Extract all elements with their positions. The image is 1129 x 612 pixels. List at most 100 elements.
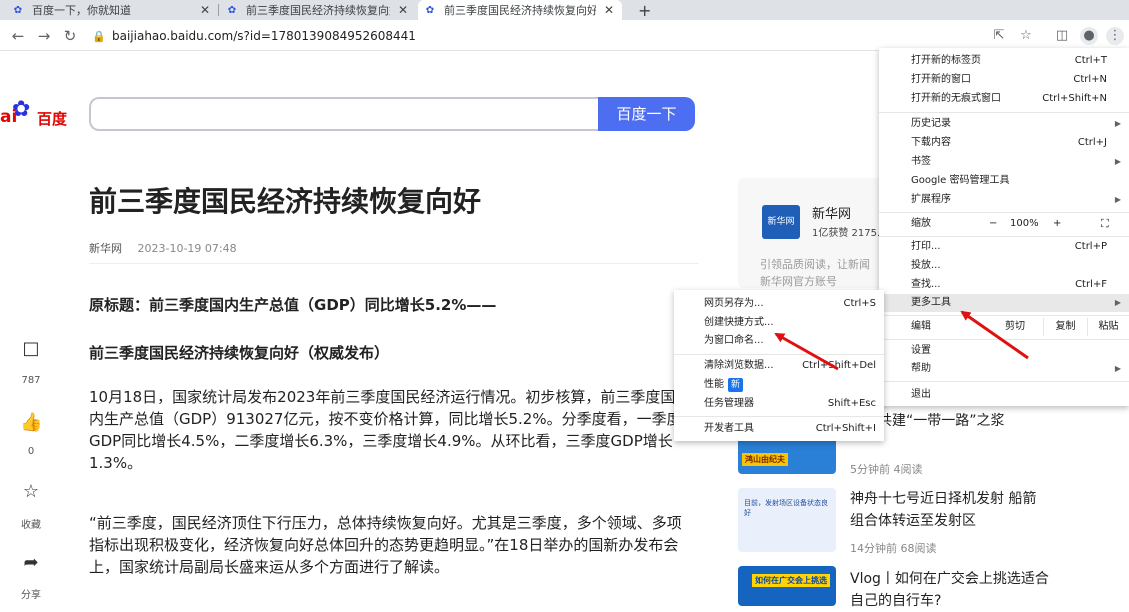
menu-item-more-tools[interactable]: 更多工具 ▶ [879, 294, 1129, 312]
chevron-right-icon: ▶ [1114, 298, 1121, 307]
chevron-right-icon: ▶ [1114, 157, 1121, 166]
news-thumbnail[interactable]: 目前，发射场区设备状态良好 [738, 488, 836, 552]
chevron-right-icon: ▶ [1114, 364, 1121, 373]
menu-item-new-tab[interactable]: 打开新的标签页 Ctrl+T [879, 52, 1129, 70]
menu-separator [879, 112, 1129, 113]
menu-item-help[interactable]: 帮助 ▶ [879, 360, 1129, 378]
article-paragraph: “前三季度，国民经济顶住下行压力，总体持续恢复向好。尤其是三季度，多个领域、多项… [89, 514, 682, 576]
thumbs-up-icon[interactable]: 👍 [20, 412, 42, 434]
address-bar[interactable]: 🔒 baijiahao.baidu.com/s?id=1780139084952… [92, 24, 972, 48]
side-panel-icon[interactable]: ◫ [1053, 27, 1071, 45]
menu-item-edit: 编辑 剪切 复制 粘贴 [879, 318, 1129, 336]
close-icon[interactable]: ✕ [396, 3, 410, 17]
submenu-item-save-page[interactable]: 网页另存为... Ctrl+S [674, 295, 884, 313]
comment-count: 787 [21, 375, 41, 386]
url-text: baijiahao.baidu.com/s?id=178013908495260… [112, 29, 416, 43]
thumbnail-caption: 鸿山由纪夫 [742, 453, 788, 466]
menu-item-bookmarks[interactable]: 书签 ▶ [879, 153, 1129, 171]
tab-article-2[interactable]: ✿ 前三季度国民经济持续恢复向好 ✕ [418, 0, 622, 20]
menu-item-incognito[interactable]: 打开新的无痕式窗口 Ctrl+Shift+N [879, 90, 1129, 108]
news-thumbnail[interactable]: 如何在广交会上挑选 [738, 566, 836, 606]
copy-button[interactable]: 复制 [1043, 318, 1087, 336]
menu-separator [674, 416, 884, 417]
logo-text: ai [0, 107, 18, 127]
close-icon[interactable]: ✕ [602, 3, 616, 17]
share-label: 分享 [21, 590, 41, 601]
search-button[interactable]: 百度一下 [598, 97, 695, 131]
menu-item-find[interactable]: 查找... Ctrl+F [879, 276, 1129, 294]
lock-icon[interactable]: 🔒 [92, 30, 106, 43]
menu-item-extensions[interactable]: 扩展程序 ▶ [879, 191, 1129, 209]
menu-item-exit[interactable]: 退出 [879, 386, 1129, 404]
share-icon[interactable]: ➦ [20, 552, 42, 574]
menu-item-print[interactable]: 打印... Ctrl+P [879, 238, 1129, 256]
chevron-right-icon: ▶ [1114, 119, 1121, 128]
more-menu-icon[interactable]: ⋮ [1106, 27, 1124, 45]
news-title[interactable]: 神舟十七号近日择机发射 船箭组合体转运至发射区 [850, 488, 1050, 532]
article-source[interactable]: 新华网 [89, 242, 122, 255]
menu-item-cast[interactable]: 投放... [879, 257, 1129, 275]
share-icon[interactable]: ⇱ [990, 27, 1008, 45]
menu-label: 历史记录 [911, 118, 951, 129]
article-date: 2023-10-19 07:48 [137, 242, 237, 255]
menu-separator [879, 339, 1129, 340]
menu-separator [879, 212, 1129, 213]
menu-separator [674, 354, 884, 355]
cut-button[interactable]: 剪切 [987, 318, 1043, 336]
bookmark-star-icon[interactable]: ☆ [1017, 27, 1035, 45]
submenu-item-name-window[interactable]: 为窗口命名... [674, 332, 884, 350]
menu-item-password-manager[interactable]: Google 密码管理工具 [879, 172, 1129, 190]
star-icon[interactable]: ☆ [20, 481, 42, 503]
menu-label: 开发者工具 [704, 423, 754, 434]
zoom-out-button[interactable]: − [989, 215, 997, 233]
author-stats: 1亿获赞 2175. [812, 228, 881, 239]
submenu-item-devtools[interactable]: 开发者工具 Ctrl+Shift+I [674, 420, 884, 438]
menu-item-new-window[interactable]: 打开新的窗口 Ctrl+N [879, 71, 1129, 89]
reload-icon[interactable]: ↻ [60, 26, 80, 46]
menu-label: 打开新的窗口 [911, 74, 971, 85]
close-icon[interactable]: ✕ [198, 3, 212, 17]
thumbnail-caption: 目前，发射场区设备状态良好 [744, 499, 828, 517]
submenu-item-task-manager[interactable]: 任务管理器 Shift+Esc [674, 395, 884, 413]
menu-label: 缩放 [911, 218, 931, 229]
menu-item-settings[interactable]: 设置 [879, 342, 1129, 360]
author-name[interactable]: 新华网 [812, 203, 851, 222]
menu-label: 编辑 [911, 321, 931, 332]
submenu-item-performance[interactable]: 性能新 [674, 376, 884, 394]
paste-button[interactable]: 粘贴 [1087, 318, 1129, 336]
divider [89, 263, 699, 264]
menu-label: 下载内容 [911, 137, 951, 148]
like-count: 0 [27, 446, 35, 457]
menu-label: 为窗口命名... [704, 335, 764, 346]
menu-item-history[interactable]: 历史记录 ▶ [879, 115, 1129, 133]
menu-separator [879, 236, 1129, 237]
submenu-item-clear-data[interactable]: 清除浏览数据... Ctrl+Shift+Del [674, 357, 884, 375]
menu-item-downloads[interactable]: 下载内容 Ctrl+J [879, 134, 1129, 152]
tab-title: 百度一下，你就知道 [32, 4, 131, 17]
fullscreen-icon[interactable]: ⛶ [1101, 215, 1109, 233]
menu-label: 打印... [911, 241, 941, 252]
menu-item-zoom: 缩放 − 100% + ⛶ [879, 215, 1129, 233]
menu-label: 清除浏览数据... [704, 360, 774, 371]
baidu-logo[interactable]: ✿ ai 百度 [0, 97, 76, 131]
forward-arrow-icon[interactable]: → [34, 26, 54, 46]
menu-label: 帮助 [911, 363, 931, 374]
zoom-in-button[interactable]: + [1053, 215, 1061, 233]
menu-label: 打开新的标签页 [911, 55, 981, 66]
article-meta: 新华网 2023-10-19 07:48 [89, 240, 249, 256]
menu-shortcut: Ctrl+T [1074, 55, 1107, 66]
menu-label: 创建快捷方式... [704, 317, 774, 328]
news-title[interactable]: Vlog丨如何在广交会上挑选适合自己的自行车? [850, 568, 1050, 612]
author-avatar[interactable]: 新华网 [762, 205, 800, 239]
menu-label: 网页另存为... [704, 298, 764, 309]
search-input[interactable] [89, 97, 601, 131]
submenu-item-create-shortcut[interactable]: 创建快捷方式... [674, 314, 884, 332]
comment-icon[interactable]: □ [20, 338, 42, 360]
profile-icon[interactable]: ● [1080, 27, 1098, 45]
back-arrow-icon[interactable]: ← [8, 26, 28, 46]
tab-article-1[interactable]: ✿ 前三季度国民经济持续恢复向好 ✕ [220, 0, 416, 20]
new-tab-button[interactable]: + [632, 0, 656, 20]
zoom-level: 100% [1010, 218, 1039, 229]
menu-label-text: 性能 [704, 379, 724, 390]
tab-baidu-home[interactable]: ✿ 百度一下，你就知道 ✕ [6, 0, 218, 20]
